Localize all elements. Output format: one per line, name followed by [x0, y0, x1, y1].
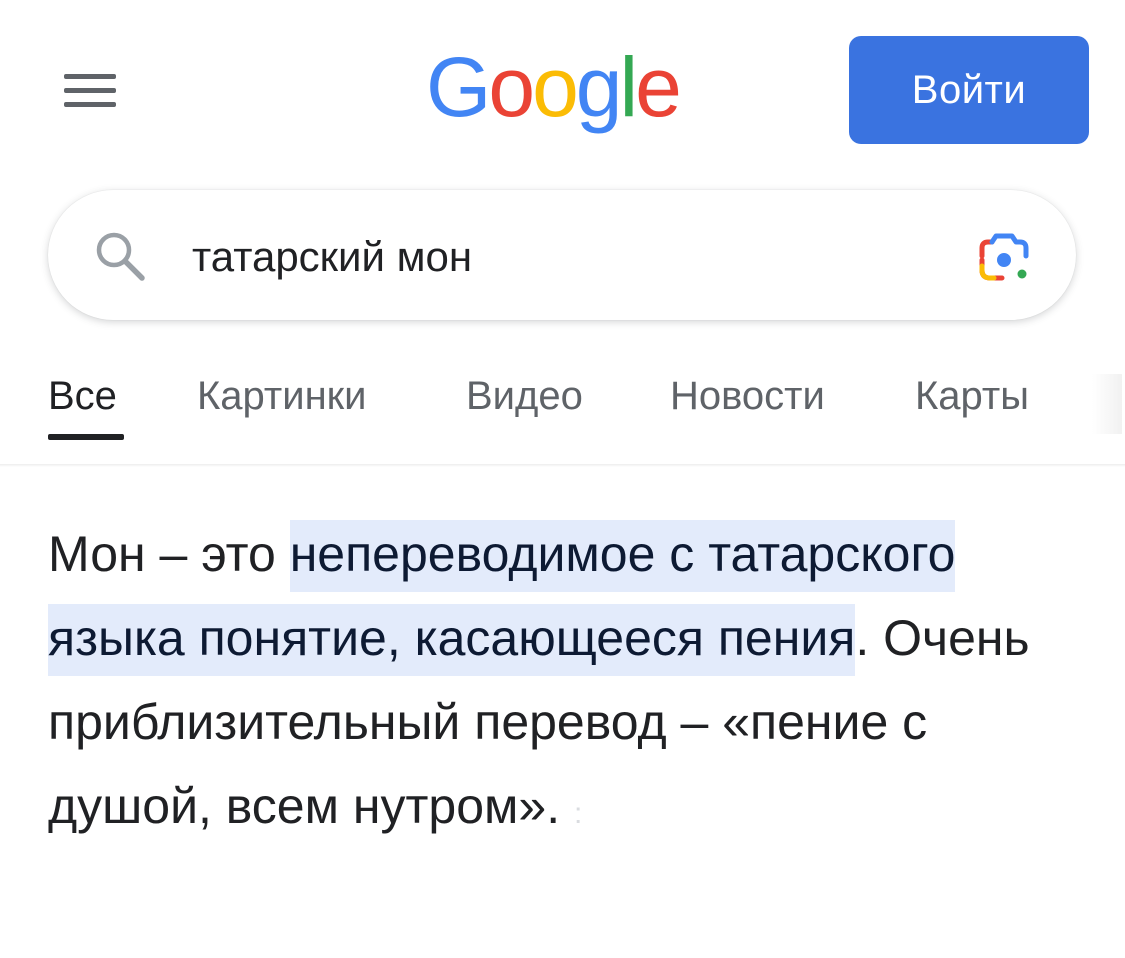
- menu-icon[interactable]: [56, 66, 122, 116]
- menu-bar: [64, 88, 116, 93]
- menu-bar: [64, 102, 116, 107]
- tab-video[interactable]: Видео: [466, 374, 583, 419]
- tabs-divider: [0, 464, 1125, 467]
- search-tabs: Все Картинки Видео Новости Карты: [0, 360, 1125, 466]
- tab-news[interactable]: Новости: [670, 374, 825, 419]
- google-lens-icon[interactable]: [972, 226, 1036, 290]
- active-tab-indicator: [48, 434, 124, 440]
- tab-all[interactable]: Все: [48, 374, 117, 419]
- search-input[interactable]: [192, 222, 912, 292]
- header: Google Войти: [0, 0, 1125, 180]
- snippet-trailing-mark: :: [574, 797, 583, 830]
- search-icon[interactable]: [90, 226, 150, 286]
- tab-images[interactable]: Картинки: [197, 374, 367, 419]
- snippet-prefix: Мон – это: [48, 526, 290, 582]
- menu-bar: [64, 74, 116, 79]
- tabs-overflow-fade: [1092, 374, 1122, 434]
- login-button[interactable]: Войти: [849, 36, 1089, 144]
- svg-text:Google: Google: [426, 40, 679, 134]
- google-logo[interactable]: Google: [422, 38, 702, 148]
- tab-maps[interactable]: Карты: [915, 374, 1029, 419]
- featured-snippet: Мон – это непереводимое с татарского язы…: [48, 512, 1088, 856]
